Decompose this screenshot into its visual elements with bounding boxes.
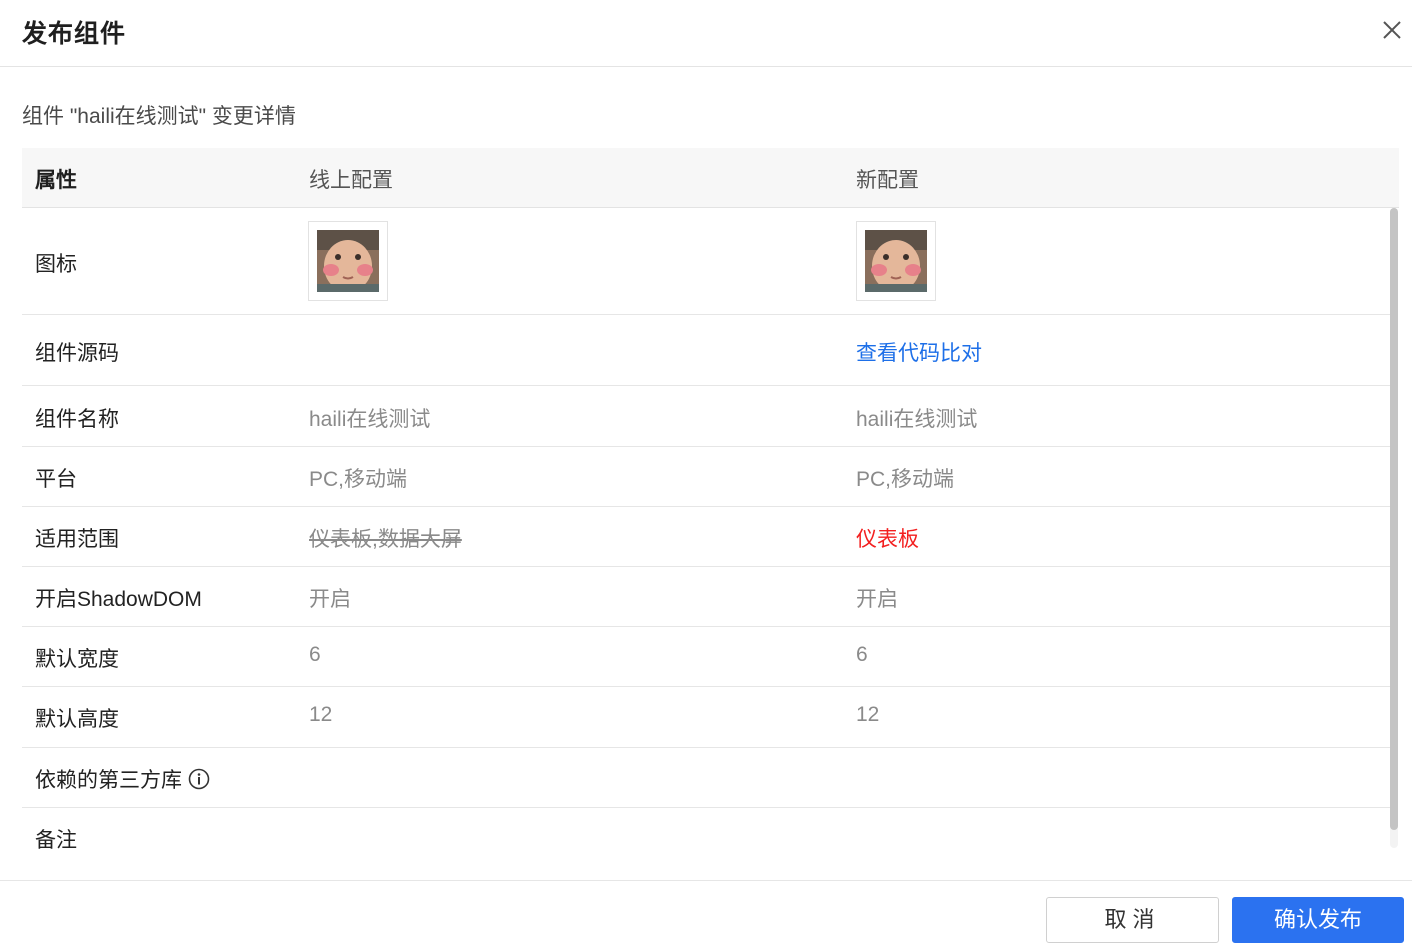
table-row-scope: 适用范围 仪表板,数据大屏 仪表板 xyxy=(22,507,1391,567)
row-attr-label: 默认宽度 xyxy=(35,648,119,671)
publish-component-dialog: 发布组件 组件 "haili在线测试" 变更详情 属性 线上配置 新配置 图标 xyxy=(0,0,1412,944)
change-table: 属性 线上配置 新配置 图标 组件源码 查看代码比对 组件名称 haili在线测… xyxy=(22,148,1399,878)
cancel-button[interactable]: 取消 xyxy=(1046,897,1219,943)
table-scrollbar[interactable] xyxy=(1390,208,1398,848)
table-row-default-height: 默认高度 12 12 xyxy=(22,687,1391,748)
dependencies-label: 依赖的第三方库 xyxy=(35,769,182,792)
header-attribute: 属性 xyxy=(35,169,77,192)
row-attr-label: 平台 xyxy=(35,468,77,491)
row-attr-label: 依赖的第三方库 xyxy=(35,764,210,796)
row-attr-label: 备注 xyxy=(35,829,77,852)
change-details-subtitle: 组件 "haili在线测试" 变更详情 xyxy=(22,105,296,128)
table-header-row: 属性 线上配置 新配置 xyxy=(22,148,1399,208)
row-attr-label: 组件名称 xyxy=(35,408,119,431)
online-value: 开启 xyxy=(309,588,351,611)
dialog-header: 发布组件 xyxy=(0,0,1412,67)
table-row-remarks: 备注 xyxy=(22,808,1391,878)
dialog-title: 发布组件 xyxy=(22,20,127,48)
dialog-footer: 取消 确认发布 xyxy=(0,880,1412,944)
online-value: 6 xyxy=(309,643,321,666)
header-new-config: 新配置 xyxy=(856,169,919,192)
new-value: 开启 xyxy=(856,588,898,611)
row-attr-label: 适用范围 xyxy=(35,528,119,551)
view-code-diff-link[interactable]: 查看代码比对 xyxy=(856,337,982,367)
online-value: PC,移动端 xyxy=(309,468,408,491)
header-online-config: 线上配置 xyxy=(309,169,393,192)
online-value: 12 xyxy=(309,703,333,726)
confirm-publish-button[interactable]: 确认发布 xyxy=(1232,897,1404,943)
scrollbar-thumb[interactable] xyxy=(1390,208,1398,830)
row-attr-label: 开启ShadowDOM xyxy=(35,588,202,611)
row-attr-label: 组件源码 xyxy=(35,342,119,365)
new-value: 6 xyxy=(856,643,868,666)
table-row-platform: 平台 PC,移动端 PC,移动端 xyxy=(22,447,1391,507)
new-value-changed: 仪表板 xyxy=(856,528,919,551)
info-icon[interactable] xyxy=(188,768,210,796)
row-attr-label: 图标 xyxy=(35,253,77,276)
table-row-name: 组件名称 haili在线测试 haili在线测试 xyxy=(22,386,1391,447)
table-row-icon: 图标 xyxy=(22,208,1391,315)
online-component-icon-image xyxy=(308,221,388,301)
row-attr-label: 默认高度 xyxy=(35,708,119,731)
table-row-source: 组件源码 查看代码比对 xyxy=(22,315,1391,386)
table-row-default-width: 默认宽度 6 6 xyxy=(22,627,1391,687)
new-value: haili在线测试 xyxy=(856,408,978,431)
table-body[interactable]: 图标 组件源码 查看代码比对 组件名称 haili在线测试 haili在线测试 … xyxy=(22,208,1391,878)
new-value: PC,移动端 xyxy=(856,468,955,491)
table-row-dependencies: 依赖的第三方库 xyxy=(22,748,1391,808)
close-icon[interactable] xyxy=(1378,16,1406,44)
online-value: haili在线测试 xyxy=(309,408,431,431)
new-component-icon-image xyxy=(856,221,936,301)
online-value-removed: 仪表板,数据大屏 xyxy=(309,528,462,551)
table-row-shadowdom: 开启ShadowDOM 开启 开启 xyxy=(22,567,1391,627)
new-value: 12 xyxy=(856,703,880,726)
